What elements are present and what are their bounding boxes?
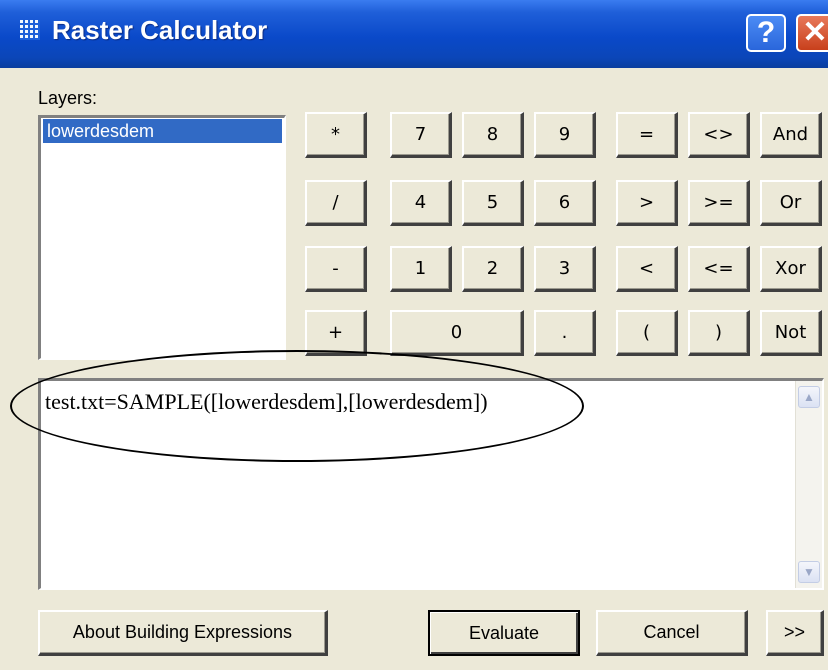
and-button[interactable]: And: [760, 112, 822, 158]
multiply-button[interactable]: *: [305, 112, 367, 158]
expression-textarea[interactable]: test.txt=SAMPLE([lowerdesdem],[lowerdesd…: [38, 378, 824, 590]
scroll-down-icon[interactable]: ▼: [798, 561, 820, 583]
seven-button[interactable]: 7: [390, 112, 452, 158]
two-button[interactable]: 2: [462, 246, 524, 292]
not-button[interactable]: Not: [760, 310, 822, 356]
close-paren-button[interactable]: ): [688, 310, 750, 356]
greater-equal-button[interactable]: >=: [688, 180, 750, 226]
layers-list[interactable]: lowerdesdem: [38, 115, 286, 360]
add-button[interactable]: +: [305, 310, 367, 356]
cancel-button[interactable]: Cancel: [596, 610, 748, 656]
zero-button[interactable]: 0: [390, 310, 524, 356]
subtract-button[interactable]: -: [305, 246, 367, 292]
vertical-scrollbar[interactable]: ▲ ▼: [795, 381, 822, 588]
expression-text: test.txt=SAMPLE([lowerdesdem],[lowerdesd…: [45, 389, 488, 414]
greater-button[interactable]: >: [616, 180, 678, 226]
close-button[interactable]: ✕: [796, 14, 828, 52]
layers-label: Layers:: [38, 88, 98, 108]
or-button[interactable]: Or: [760, 180, 822, 226]
one-button[interactable]: 1: [390, 246, 452, 292]
divide-button[interactable]: /: [305, 180, 367, 226]
help-button[interactable]: ?: [746, 14, 786, 52]
four-button[interactable]: 4: [390, 180, 452, 226]
xor-button[interactable]: Xor: [760, 246, 822, 292]
nine-button[interactable]: 9: [534, 112, 596, 158]
window-title: Raster Calculator: [52, 15, 268, 45]
evaluate-button[interactable]: Evaluate: [428, 610, 580, 656]
layer-item-lowerdesdem[interactable]: lowerdesdem: [43, 119, 282, 143]
less-button[interactable]: <: [616, 246, 678, 292]
scroll-up-icon[interactable]: ▲: [798, 386, 820, 408]
open-paren-button[interactable]: (: [616, 310, 678, 356]
title-bar: Raster Calculator ? ✕: [0, 0, 828, 68]
six-button[interactable]: 6: [534, 180, 596, 226]
less-equal-button[interactable]: <=: [688, 246, 750, 292]
more-button[interactable]: >>: [766, 610, 824, 656]
eight-button[interactable]: 8: [462, 112, 524, 158]
calculator-icon: [20, 20, 40, 40]
about-building-expressions-button[interactable]: About Building Expressions: [38, 610, 328, 656]
equals-button[interactable]: =: [616, 112, 678, 158]
three-button[interactable]: 3: [534, 246, 596, 292]
five-button[interactable]: 5: [462, 180, 524, 226]
not-equal-button[interactable]: <>: [688, 112, 750, 158]
decimal-button[interactable]: .: [534, 310, 596, 356]
